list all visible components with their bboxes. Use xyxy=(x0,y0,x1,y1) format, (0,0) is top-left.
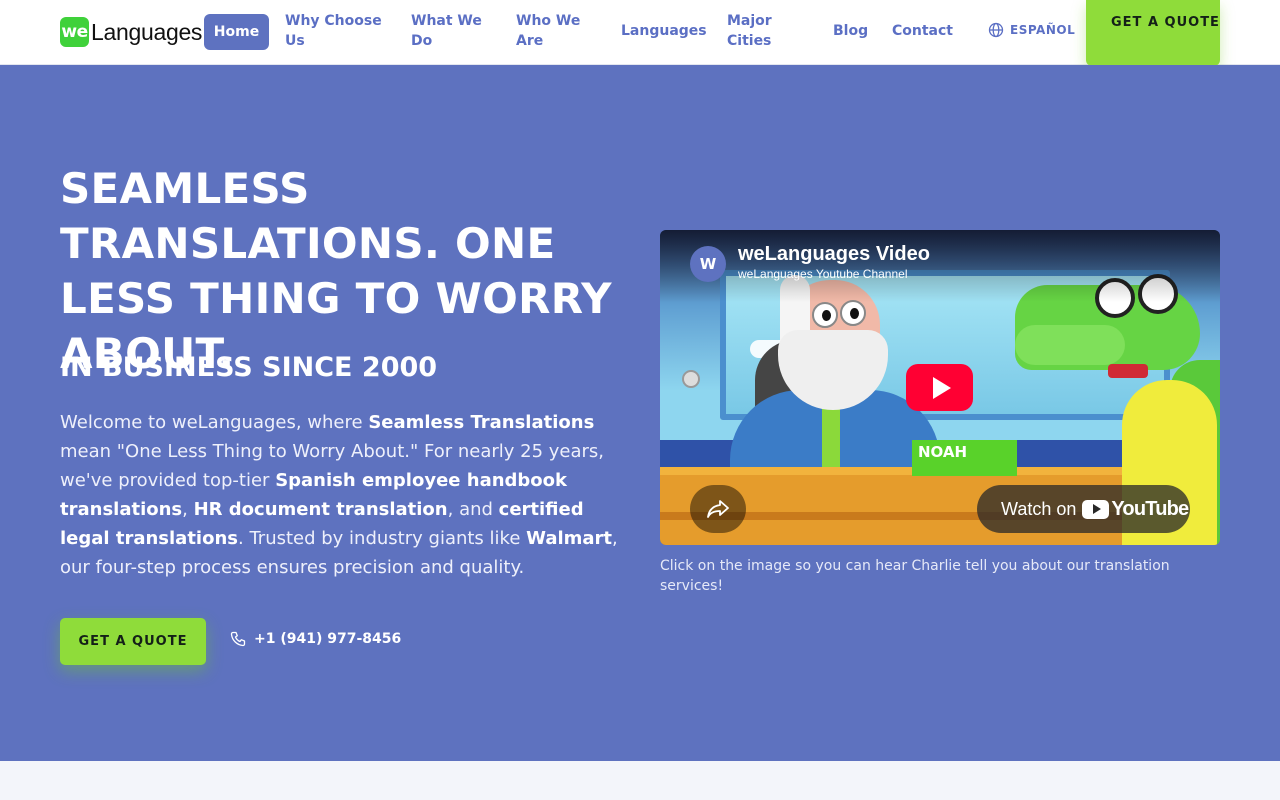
video-croc-bowtie xyxy=(1108,364,1148,378)
globe-icon xyxy=(988,22,1004,38)
next-section-band xyxy=(0,761,1280,800)
nav-what-we-do[interactable]: What We Do xyxy=(411,11,491,51)
hero-section: SEAMLESS TRANSLATIONS. ONE LESS THING TO… xyxy=(0,65,1280,761)
logo[interactable]: we Languages xyxy=(60,16,202,48)
site-header: we Languages Home Why Choose Us What We … xyxy=(0,0,1280,66)
nav-who-we-are[interactable]: Who We Are xyxy=(516,11,596,51)
share-icon xyxy=(707,500,729,518)
youtube-video-embed[interactable]: NOAH W weLanguages Video weLanguages You… xyxy=(660,230,1220,545)
video-title[interactable]: weLanguages Video xyxy=(738,243,930,266)
youtube-logo-icon: YouTube xyxy=(1082,497,1189,521)
hero-title: SEAMLESS TRANSLATIONS. ONE LESS THING TO… xyxy=(60,164,612,378)
watch-on-youtube-button[interactable]: Watch on YouTube xyxy=(977,485,1190,533)
nav-blog[interactable]: Blog xyxy=(833,21,868,41)
phone-icon xyxy=(230,631,246,647)
nav-why-choose-us[interactable]: Why Choose Us xyxy=(285,11,385,51)
video-character-tie xyxy=(822,405,840,475)
video-character-eye xyxy=(812,302,838,328)
nav-languages[interactable]: Languages xyxy=(621,21,707,41)
video-top-bar xyxy=(660,230,1220,302)
video-nameplate: NOAH xyxy=(912,440,1017,476)
header-get-quote-button[interactable]: GET A QUOTE xyxy=(1086,0,1220,66)
video-caption: Click on the image so you can hear Charl… xyxy=(660,558,1170,594)
youtube-play-icon xyxy=(1082,499,1110,519)
nav-home[interactable]: Home xyxy=(204,14,269,50)
video-character-eye xyxy=(840,300,866,326)
share-button[interactable] xyxy=(690,485,746,533)
hero-body: Welcome to weLanguages, where Seamless T… xyxy=(60,412,618,578)
logo-badge: we xyxy=(60,17,89,47)
logo-text: Languages xyxy=(91,18,203,45)
watch-on-label: Watch on xyxy=(1001,498,1077,519)
play-button[interactable] xyxy=(906,364,973,411)
phone-number: +1 (941) 977-8456 xyxy=(254,631,402,647)
nav-contact[interactable]: Contact xyxy=(892,21,953,41)
video-lamp xyxy=(682,370,700,388)
language-switch-label: ESPAÑOL xyxy=(1010,23,1076,37)
video-croc-snout xyxy=(1015,325,1125,365)
nav-major-cities[interactable]: Major Cities xyxy=(727,11,797,51)
hero-subtitle: IN BUSINESS SINCE 2000 xyxy=(60,352,438,383)
phone-link[interactable]: +1 (941) 977-8456 xyxy=(230,631,401,647)
hero-get-quote-button[interactable]: GET A QUOTE xyxy=(60,618,206,665)
video-channel-name[interactable]: weLanguages Youtube Channel xyxy=(738,267,908,281)
youtube-wordmark: YouTube xyxy=(1111,497,1189,520)
channel-avatar[interactable]: W xyxy=(690,246,726,282)
language-switch[interactable]: ESPAÑOL xyxy=(988,22,1075,38)
